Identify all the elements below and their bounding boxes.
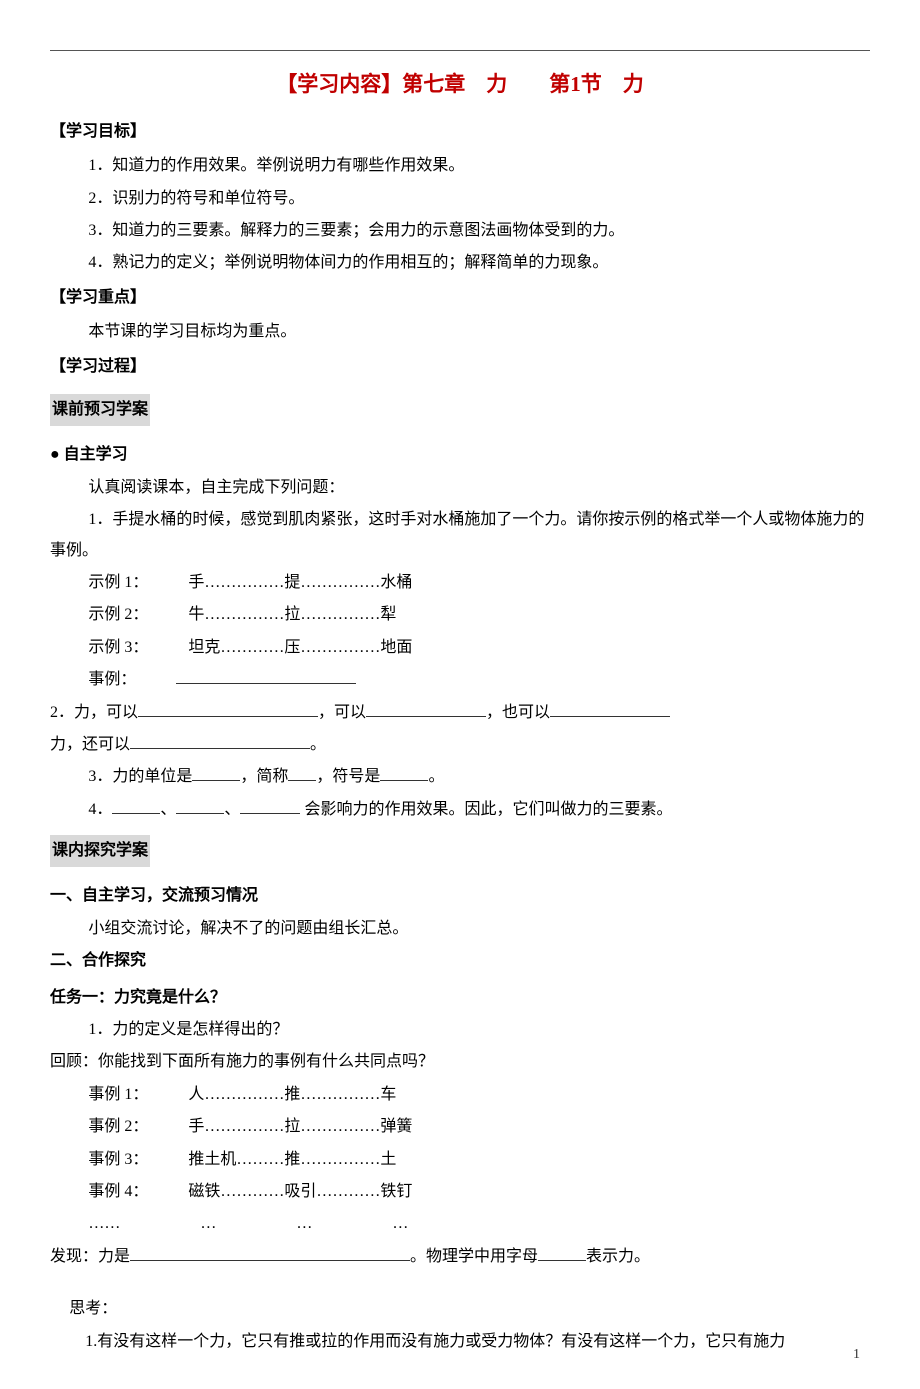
self-study-header: ● 自主学习 — [50, 440, 870, 470]
ic-b-header: 二、合作探究 — [50, 946, 870, 976]
q3-a: 3．力的单位是 — [88, 768, 192, 785]
blank-input[interactable] — [176, 797, 224, 814]
page: 【学习内容】第七章 力 第1节 力 【学习目标】 1．知道力的作用效果。举例说明… — [0, 0, 920, 1389]
task1-example: 事例 4： 磁铁…………吸引…………铁钉 — [50, 1177, 870, 1207]
q3-b: ，简称 — [240, 768, 288, 785]
q1-case-label: 事例： — [88, 671, 128, 688]
goal-item: 1．知道力的作用效果。举例说明力有哪些作用效果。 — [50, 151, 870, 181]
blank-input[interactable] — [550, 700, 670, 717]
q1-example: 示例 2： 牛……………拉……………犁 — [50, 600, 870, 630]
task1-recall: 回顾：你能找到下面所有施力的事例有什么共同点吗？ — [50, 1047, 870, 1077]
task1-example: 事例 2： 手……………拉……………弹簧 — [50, 1112, 870, 1142]
think-header: 思考： — [50, 1294, 870, 1324]
blank-input[interactable] — [130, 1244, 410, 1261]
q4-sep2: 、 — [224, 801, 240, 818]
q1-example: 示例 1： 手……………提……………水桶 — [50, 568, 870, 598]
q4-sep1: 、 — [160, 801, 176, 818]
blank-input[interactable] — [112, 797, 160, 814]
goals-header: 【学习目标】 — [50, 117, 870, 147]
q1-intro-text: 1．手提水桶的时候，感觉到肌肉紧张，这时手对水桶施加了一个力。请你按示例的格式举… — [50, 511, 864, 558]
q1-example: 示例 3： 坦克…………压……………地面 — [50, 633, 870, 663]
q3-d: 。 — [428, 768, 444, 785]
q3-c: ，符号是 — [316, 768, 380, 785]
focus-text: 本节课的学习目标均为重点。 — [50, 317, 870, 347]
find-a: 发现：力是 — [50, 1248, 130, 1265]
q2-line2: 力，还可以 。 — [50, 730, 870, 760]
self-study-intro: 认真阅读课本，自主完成下列问题： — [50, 473, 870, 503]
inclass-header: 课内探究学案 — [50, 835, 150, 867]
ic-a-text: 小组交流讨论，解决不了的问题由组长汇总。 — [50, 914, 870, 944]
blank-input[interactable] — [366, 700, 486, 717]
q2-d: 力，还可以 — [50, 736, 130, 753]
top-rule — [50, 50, 870, 51]
find-c: 表示力。 — [586, 1248, 650, 1265]
find-line: 发现：力是 。物理学中用字母 表示力。 — [50, 1242, 870, 1272]
q2-a: 2．力，可以 — [50, 704, 138, 721]
blank-input[interactable] — [288, 764, 316, 781]
focus-header: 【学习重点】 — [50, 283, 870, 313]
spacer — [50, 1274, 870, 1292]
task1-example: …… … … … — [50, 1209, 870, 1239]
task1-example: 事例 1： 人……………推……………车 — [50, 1080, 870, 1110]
goal-item: 2．识别力的符号和单位符号。 — [50, 184, 870, 214]
q2-line1: 2．力，可以 ，可以 ，也可以 — [50, 698, 870, 728]
blank-input[interactable] — [138, 700, 318, 717]
document-title: 【学习内容】第七章 力 第1节 力 — [50, 65, 870, 105]
think-q1: 1.有没有这样一个力，它只有推或拉的作用而没有施力或受力物体？有没有这样一个力，… — [50, 1327, 870, 1357]
blank-input[interactable] — [380, 764, 428, 781]
task1-q1: 1．力的定义是怎样得出的？ — [50, 1015, 870, 1045]
blank-input[interactable] — [240, 797, 300, 814]
page-number: 1 — [853, 1342, 860, 1369]
q4-line: 4． 、 、 会影响力的作用效果。因此，它们叫做力的三要素。 — [50, 795, 870, 825]
process-header: 【学习过程】 — [50, 352, 870, 382]
find-b: 。物理学中用字母 — [410, 1248, 538, 1265]
q2-c: ，也可以 — [486, 704, 550, 721]
blank-input[interactable] — [130, 732, 310, 749]
q1-case: 事例： — [50, 665, 870, 695]
blank-input[interactable] — [176, 667, 356, 684]
q3-line: 3．力的单位是 ，简称 ，符号是 。 — [50, 762, 870, 792]
task1-example: 事例 3： 推土机………推……………土 — [50, 1145, 870, 1175]
q1-intro: 1．手提水桶的时候，感觉到肌肉紧张，这时手对水桶施加了一个力。请你按示例的格式举… — [50, 505, 870, 566]
q2-e: 。 — [310, 736, 326, 753]
ic-a-header: 一、自主学习，交流预习情况 — [50, 881, 870, 911]
goal-item: 4．熟记力的定义；举例说明物体间力的作用相互的；解释简单的力现象。 — [50, 248, 870, 278]
task1-header: 任务一：力究竟是什么？ — [50, 983, 870, 1013]
blank-input[interactable] — [538, 1244, 586, 1261]
q4-b: 会影响力的作用效果。因此，它们叫做力的三要素。 — [300, 801, 672, 818]
q2-b: ，可以 — [318, 704, 366, 721]
goal-item: 3．知道力的三要素。解释力的三要素；会用力的示意图法画物体受到的力。 — [50, 216, 870, 246]
preclass-header: 课前预习学案 — [50, 394, 150, 426]
q4-a: 4． — [88, 801, 112, 818]
blank-input[interactable] — [192, 764, 240, 781]
